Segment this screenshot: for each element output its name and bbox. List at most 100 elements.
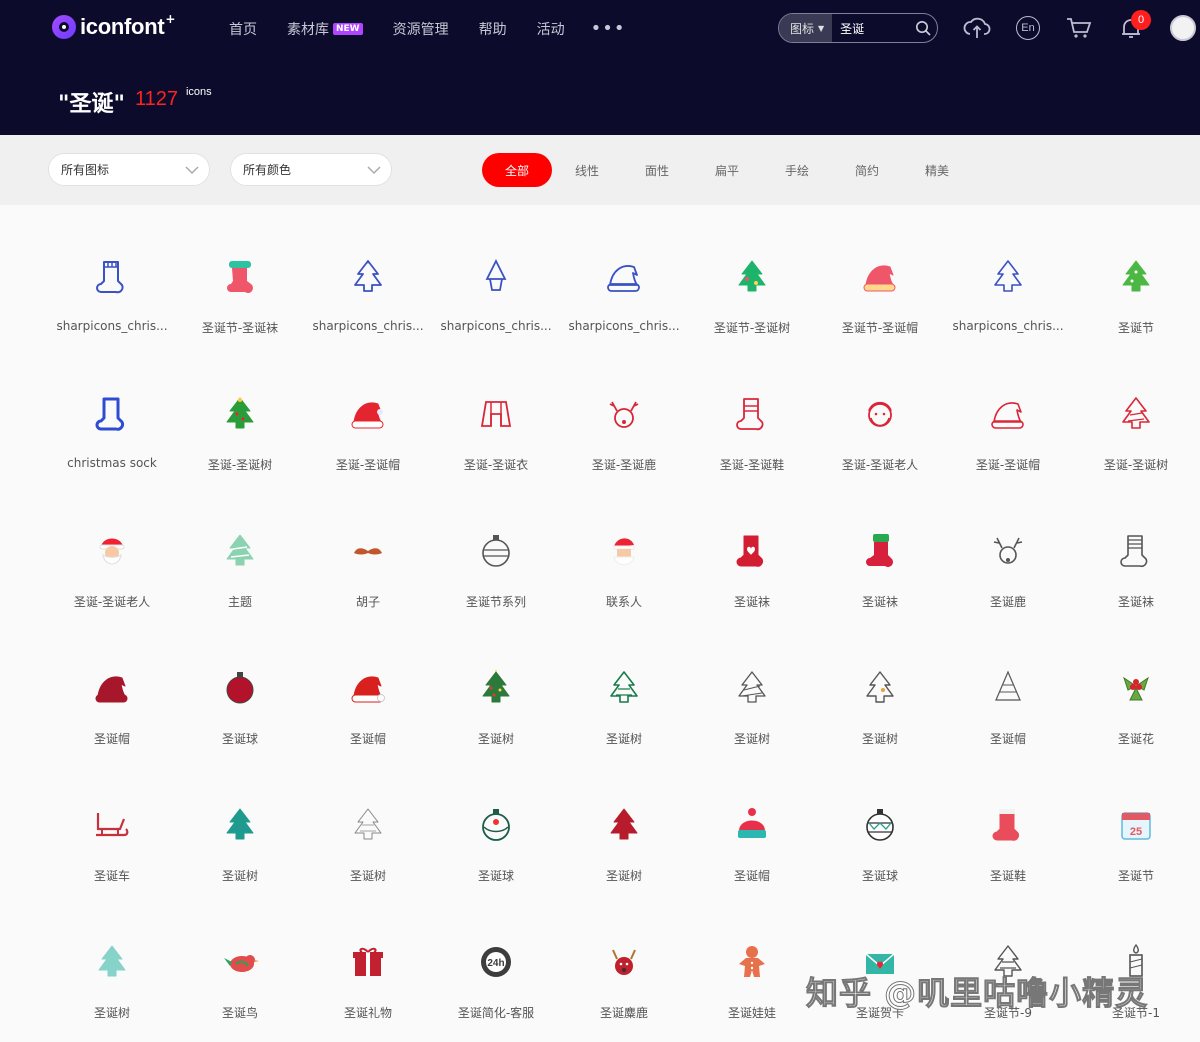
icon-card[interactable]: 圣诞帽 <box>304 653 432 790</box>
icon-card[interactable]: 圣诞节-圣诞帽 <box>816 242 944 379</box>
tab-hand-drawn[interactable]: 手绘 <box>762 153 832 187</box>
icon-card[interactable]: 胡子 <box>304 516 432 653</box>
icon-card[interactable]: sharpicons_chris... <box>944 242 1072 379</box>
shoe-line-icon <box>736 398 764 431</box>
icon-type-dropdown[interactable]: 所有图标 <box>48 153 210 186</box>
icon-card[interactable]: 圣诞袜 <box>1072 516 1200 653</box>
icon-card[interactable]: 圣诞树 <box>688 653 816 790</box>
icon-card[interactable]: 圣诞娃娃 <box>688 927 816 1042</box>
more-menu-icon[interactable]: ••• <box>591 18 626 39</box>
icon-card[interactable]: 圣诞-圣诞帽 <box>304 379 432 516</box>
icon-card[interactable]: 圣诞树 <box>560 790 688 927</box>
icon-card[interactable]: sharpicons_chris... <box>304 242 432 379</box>
santa-face-icon <box>99 538 125 565</box>
icon-card[interactable]: 圣诞-圣诞鹿 <box>560 379 688 516</box>
icon-card[interactable]: 圣诞帽 <box>48 653 176 790</box>
icon-card[interactable]: christmas sock <box>48 379 176 516</box>
icon-card[interactable]: 24h 圣诞简化-客服 <box>432 927 560 1042</box>
icon-card[interactable]: 圣诞树 <box>304 790 432 927</box>
icon-card-label: 圣诞节-圣诞帽 <box>841 321 919 335</box>
upload-cloud-icon[interactable] <box>963 14 991 42</box>
icon-card[interactable]: 圣诞-圣诞树 <box>176 379 304 516</box>
icon-card[interactable]: 圣诞鞋 <box>944 790 1072 927</box>
hat-sketch-icon <box>995 670 1021 701</box>
nav-help[interactable]: 帮助 <box>479 19 507 39</box>
icon-card[interactable]: 圣诞鸟 <box>176 927 304 1042</box>
nav-library[interactable]: 素材库 NEW <box>287 19 363 39</box>
color-dropdown[interactable]: 所有颜色 <box>230 153 392 186</box>
language-toggle[interactable]: En <box>1014 14 1042 42</box>
icon-card-label: 主题 <box>227 595 252 609</box>
icon-card[interactable]: 圣诞球 <box>816 790 944 927</box>
icon-card[interactable]: 圣诞礼物 <box>304 927 432 1042</box>
icon-card[interactable]: 圣诞-圣诞鞋 <box>688 379 816 516</box>
icon-card[interactable]: sharpicons_chris... <box>560 242 688 379</box>
icon-card[interactable]: 圣诞节 <box>1072 242 1200 379</box>
icon-card[interactable]: 圣诞树 <box>560 653 688 790</box>
icon-card[interactable]: 圣诞树 <box>816 653 944 790</box>
icon-card-label: 圣诞节-圣诞袜 <box>201 321 279 335</box>
icon-card[interactable]: 圣诞-圣诞衣 <box>432 379 560 516</box>
sock-striped-icon <box>1120 535 1148 568</box>
filter-bar: 所有图标 所有颜色 全部 线性 面性 扁平 手绘 简约 精美 <box>0 135 1200 205</box>
icon-card-label: 圣诞树 <box>93 1006 130 1020</box>
icon-card[interactable]: 主题 <box>176 516 304 653</box>
nav-resources[interactable]: 资源管理 <box>393 19 449 39</box>
icon-card[interactable]: 圣诞节-圣诞袜 <box>176 242 304 379</box>
icon-card[interactable]: 圣诞节系列 <box>432 516 560 653</box>
tab-simple[interactable]: 简约 <box>832 153 902 187</box>
icon-card[interactable]: 圣诞-圣诞帽 <box>944 379 1072 516</box>
icon-card[interactable]: 圣诞帽 <box>944 653 1072 790</box>
icon-card[interactable]: 圣诞球 <box>432 790 560 927</box>
icon-card[interactable]: 圣诞帽 <box>688 790 816 927</box>
santa-line-icon <box>868 401 892 427</box>
icon-card[interactable]: 圣诞车 <box>48 790 176 927</box>
icon-card[interactable]: sharpicons_chris... <box>48 242 176 379</box>
page-title: "圣诞" 1127 icons <box>58 86 212 118</box>
icon-card[interactable]: 25 圣诞节 <box>1072 790 1200 927</box>
icon-card[interactable]: 圣诞-圣诞老人 <box>816 379 944 516</box>
icon-card[interactable]: 圣诞袜 <box>816 516 944 653</box>
tab-line[interactable]: 线性 <box>552 153 622 187</box>
icon-card[interactable]: 圣诞麋鹿 <box>560 927 688 1042</box>
new-badge: NEW <box>333 22 363 35</box>
icon-card-label: 圣诞树 <box>221 869 258 883</box>
icon-card[interactable]: 圣诞袜 <box>688 516 816 653</box>
icon-card[interactable]: 圣诞-圣诞老人 <box>48 516 176 653</box>
icon-card[interactable]: 圣诞树 <box>176 790 304 927</box>
icon-card-label: 胡子 <box>355 595 380 609</box>
icon-card-label: 圣诞球 <box>221 732 258 746</box>
nav-home[interactable]: 首页 <box>229 19 257 39</box>
icon-card-label: 圣诞树 <box>477 732 514 746</box>
result-unit: icons <box>185 86 212 98</box>
icon-card[interactable]: 圣诞鹿 <box>944 516 1072 653</box>
icon-card[interactable]: 圣诞树 <box>48 927 176 1042</box>
icon-card[interactable]: sharpicons_chris... <box>432 242 560 379</box>
ball-pattern-icon <box>866 809 894 841</box>
tab-fill[interactable]: 面性 <box>622 153 692 187</box>
icon-card[interactable]: 圣诞花 <box>1072 653 1200 790</box>
iconfont-logo[interactable]: iconfont + <box>52 12 175 40</box>
result-count: 1127 <box>134 88 178 110</box>
icon-card-label: 圣诞-圣诞树 <box>1103 458 1169 472</box>
main-nav: 首页 素材库 NEW 资源管理 帮助 活动 ••• <box>229 18 625 39</box>
calendar-25-icon: 25 <box>1121 812 1151 840</box>
icon-card-label: 圣诞-圣诞老人 <box>73 595 151 609</box>
nav-activity[interactable]: 活动 <box>537 19 565 39</box>
search-type-select[interactable]: 图标 ▼ <box>779 14 833 42</box>
search-icon[interactable] <box>909 14 937 42</box>
avatar[interactable] <box>1170 15 1196 41</box>
icon-card[interactable]: 圣诞树 <box>432 653 560 790</box>
icon-card[interactable]: 圣诞球 <box>176 653 304 790</box>
tree-light-icon <box>226 534 254 566</box>
tab-all[interactable]: 全部 <box>482 153 552 187</box>
tab-exquisite[interactable]: 精美 <box>902 153 972 187</box>
tab-flat[interactable]: 扁平 <box>692 153 762 187</box>
icon-card[interactable]: 圣诞-圣诞树 <box>1072 379 1200 516</box>
icon-card[interactable]: 圣诞节-圣诞树 <box>688 242 816 379</box>
icon-card[interactable]: 联系人 <box>560 516 688 653</box>
cart-icon[interactable] <box>1065 14 1093 42</box>
search-input[interactable] <box>832 14 909 42</box>
sock-green-icon <box>866 534 893 567</box>
style-tabs: 全部 线性 面性 扁平 手绘 简约 精美 <box>482 153 972 187</box>
